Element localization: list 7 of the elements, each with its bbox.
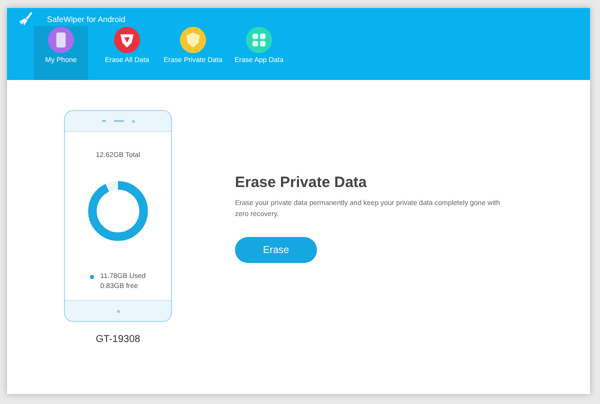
broom-icon [17,11,33,27]
section-heading: Erase Private Data [235,174,368,191]
erase-button[interactable]: Erase [235,237,317,264]
legend-dot [90,274,94,278]
device-model: GT-19308 [96,334,140,345]
storage-donut [86,179,150,243]
window-title: SafeWiper for Android [47,14,126,24]
